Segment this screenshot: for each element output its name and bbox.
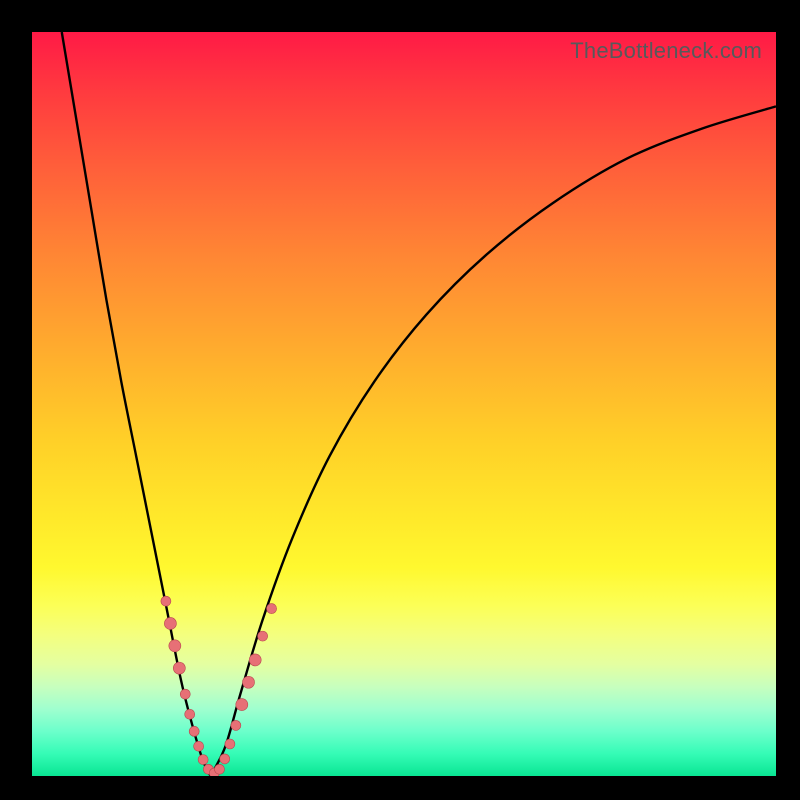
data-marker xyxy=(220,754,230,764)
data-marker xyxy=(161,596,171,606)
data-marker xyxy=(225,739,235,749)
data-marker xyxy=(231,720,241,730)
chart-frame: TheBottleneck.com xyxy=(0,0,800,800)
data-marker xyxy=(258,631,268,641)
data-marker xyxy=(198,755,208,765)
data-marker xyxy=(169,640,181,652)
data-marker xyxy=(214,764,224,774)
data-marker xyxy=(164,617,176,629)
data-marker xyxy=(249,654,261,666)
data-marker xyxy=(194,741,204,751)
data-marker xyxy=(189,726,199,736)
data-marker xyxy=(173,662,185,674)
data-marker xyxy=(180,689,190,699)
plot-area: TheBottleneck.com xyxy=(32,32,776,776)
marker-group xyxy=(161,596,277,776)
data-marker xyxy=(236,699,248,711)
data-marker xyxy=(243,676,255,688)
data-marker xyxy=(267,604,277,614)
data-marker xyxy=(185,709,195,719)
marker-layer xyxy=(32,32,776,776)
